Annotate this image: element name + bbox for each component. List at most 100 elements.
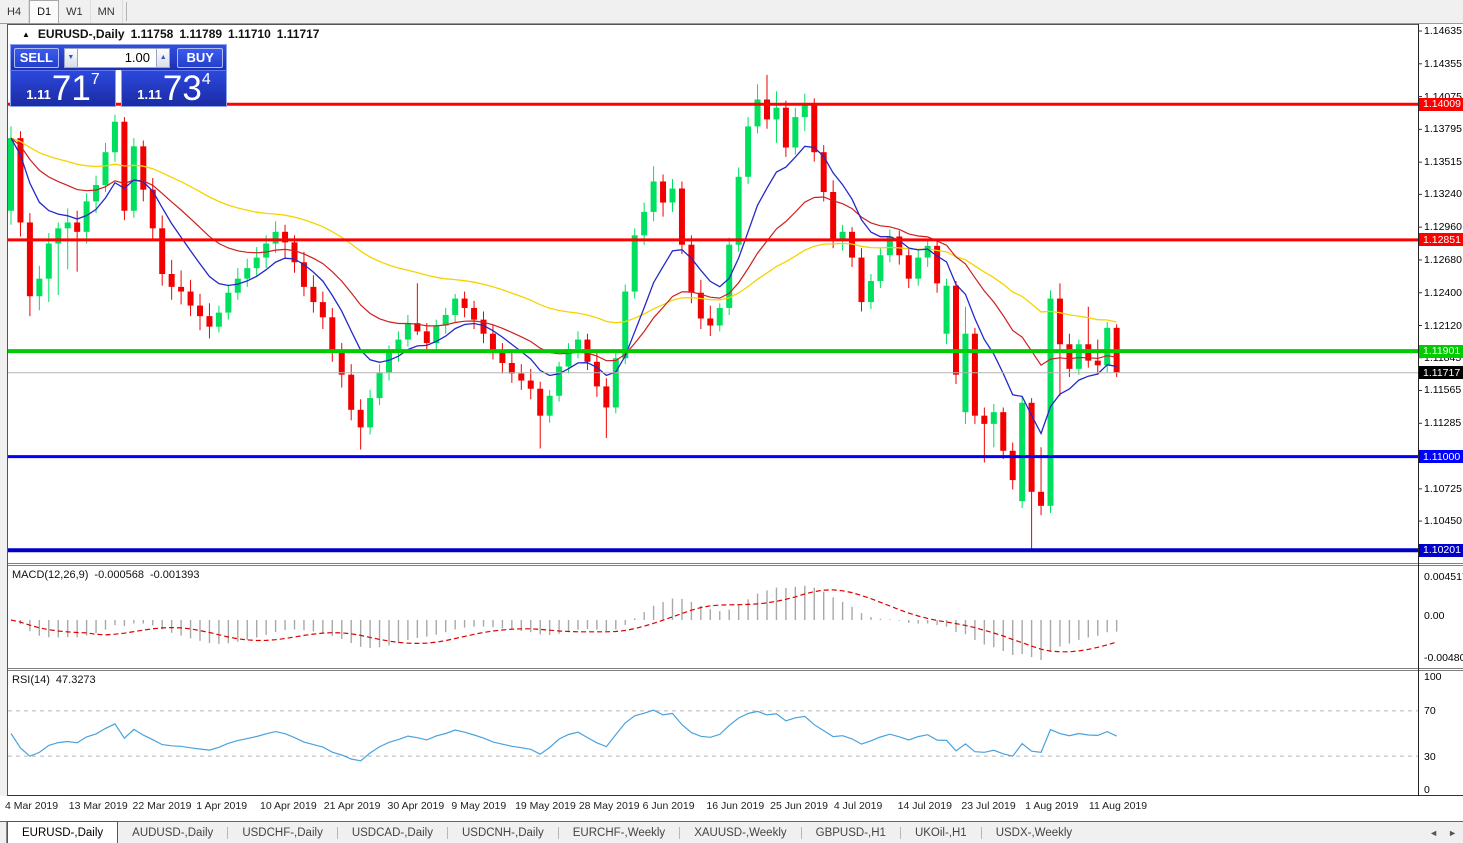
price-tick-label: 1.10450 xyxy=(1424,515,1462,528)
current-price-label: 1.11717 xyxy=(1419,366,1463,380)
timeframe-button-w1[interactable]: W1 xyxy=(59,0,91,23)
tab-scroll-left-icon[interactable]: ◄ xyxy=(1429,828,1438,838)
timeframe-button-d1[interactable]: D1 xyxy=(29,0,60,23)
date-label: 30 Apr 2019 xyxy=(387,800,445,812)
chart-tab-ukoil[interactable]: UKOil-,H1 xyxy=(901,822,981,843)
price-tick-label: 1.14355 xyxy=(1424,57,1462,70)
volume-decrease-button[interactable]: ▼ xyxy=(63,47,79,68)
date-label: 10 Apr 2019 xyxy=(260,800,317,812)
price-tick-label: 1.13795 xyxy=(1424,123,1462,136)
date-label: 6 Jun 2019 xyxy=(642,800,695,812)
buy-button[interactable]: BUY xyxy=(177,47,223,68)
level-price-label: 1.11901 xyxy=(1419,344,1463,358)
date-label: 28 May 2019 xyxy=(578,800,640,812)
chart-symbol-label: EURUSD-,Daily xyxy=(37,27,125,41)
date-axis[interactable]: 4 Mar 2019 13 Mar 2019 22 Mar 2019 1 Apr 20… xyxy=(0,796,1463,820)
price-tick-label: 1.13240 xyxy=(1424,188,1462,201)
macd-main-value: -0.000568 xyxy=(94,569,144,581)
chart-tab-bar: EURUSD-,Daily AUDUSD-,Daily USDCHF-,Daily U… xyxy=(0,821,1463,843)
date-label: 11 Aug 2019 xyxy=(1088,800,1148,812)
date-label: 4 Jul 2019 xyxy=(833,800,883,812)
rsi-axis-label: 30 xyxy=(1424,751,1436,763)
macd-axis-label: 0.00 xyxy=(1424,610,1445,622)
volume-input[interactable] xyxy=(78,47,157,68)
date-label: 21 Apr 2019 xyxy=(323,800,381,812)
ohlc-close: 1.11717 xyxy=(276,27,320,41)
chart-tab-usdcnh[interactable]: USDCNH-,Daily xyxy=(448,822,558,843)
price-tick-label: 1.14635 xyxy=(1424,25,1462,37)
ohlc-low: 1.11710 xyxy=(228,27,271,41)
date-label: 1 Apr 2019 xyxy=(196,800,248,812)
timeframe-toolbar: H4 D1 W1 MN xyxy=(0,0,1463,24)
bid-big-digits: 71 xyxy=(51,69,91,108)
trade-controls-row: SELL ▼ ▲ BUY xyxy=(10,44,227,70)
ohlc-high: 1.11789 xyxy=(179,27,223,41)
price-tick-label: 1.12120 xyxy=(1424,319,1462,332)
sell-button[interactable]: SELL xyxy=(14,47,59,68)
ask-prefix: 1.11 xyxy=(137,87,162,102)
tab-scroll-arrows: ◄ ► xyxy=(1429,822,1457,843)
macd-axis-label: -0.004806 xyxy=(1424,652,1463,664)
rsi-value: 47.3273 xyxy=(55,674,96,686)
price-tick-label: 1.13515 xyxy=(1424,156,1462,169)
rsi-axis-label: 0 xyxy=(1424,784,1430,796)
price-axis[interactable]: 1.14635 1.14355 1.14075 1.13795 1.13515 1.132… xyxy=(1419,24,1463,820)
bid-ask-row: 1.11 71 7 1.11 73 4 xyxy=(10,70,227,107)
date-label: 23 Jul 2019 xyxy=(961,800,1016,812)
bid-price-box[interactable]: 1.11 71 7 xyxy=(10,70,116,107)
toolbar-separator xyxy=(125,2,127,21)
date-label: 19 May 2019 xyxy=(515,800,576,812)
chart-tab-eurusd[interactable]: EURUSD-,Daily xyxy=(7,821,119,843)
bid-pip-digit: 7 xyxy=(90,71,100,88)
date-label: 14 Jul 2019 xyxy=(897,800,952,812)
ohlc-open: 1.11758 xyxy=(130,27,174,41)
macd-name: MACD(12,26,9) xyxy=(12,569,89,581)
chart-tab-eurchf[interactable]: EURCHF-,Weekly xyxy=(559,822,679,843)
level-price-label: 1.12851 xyxy=(1419,233,1463,247)
price-tick-label: 1.12680 xyxy=(1424,253,1462,266)
date-label: 9 May 2019 xyxy=(451,800,507,812)
chart-tab-gbpusd[interactable]: GBPUSD-,H1 xyxy=(802,822,900,843)
window-left-strip xyxy=(0,0,7,796)
macd-axis-label: 0.004517 xyxy=(1424,571,1463,583)
date-label: 16 Jun 2019 xyxy=(706,800,765,812)
timeframe-button-mn[interactable]: MN xyxy=(91,0,123,23)
date-label: 1 Aug 2019 xyxy=(1025,800,1079,812)
price-tick-label: 1.11285 xyxy=(1424,417,1462,430)
chart-title: ▲ EURUSD-,Daily 1.11758 1.11789 1.11710 … xyxy=(22,27,319,41)
level-price-label: 1.14009 xyxy=(1419,97,1463,111)
bid-prefix: 1.11 xyxy=(26,87,51,102)
timeframe-button-h4[interactable]: H4 xyxy=(0,0,30,23)
price-tick-label: 1.10725 xyxy=(1424,482,1462,495)
date-label: 25 Jun 2019 xyxy=(770,800,828,812)
date-label: 22 Mar 2019 xyxy=(132,800,192,812)
chart-tab-usdx[interactable]: USDX-,Weekly xyxy=(982,822,1086,843)
level-price-label: 1.10201 xyxy=(1419,543,1463,557)
chart-tab-xauusd[interactable]: XAUUSD-,Weekly xyxy=(680,822,800,843)
trading-terminal: H4 D1 W1 MN ▲ EURUSD-,Daily 1.11758 1.11789… xyxy=(0,0,1463,843)
macd-signal-value: -0.001393 xyxy=(149,569,200,581)
rsi-axis-label: 70 xyxy=(1424,705,1436,717)
chart-tab-audusd[interactable]: AUDUSD-,Daily xyxy=(118,822,227,843)
price-tick-label: 1.12960 xyxy=(1424,221,1462,234)
chart-canvas[interactable] xyxy=(0,0,1463,843)
ask-pip-digit: 4 xyxy=(201,71,211,88)
tab-bar-lead xyxy=(0,822,7,843)
ask-big-digits: 73 xyxy=(162,69,202,108)
one-click-trading-widget: SELL ▼ ▲ BUY 1.11 71 7 1.11 73 4 xyxy=(10,44,227,107)
chart-tab-usdchf[interactable]: USDCHF-,Daily xyxy=(228,822,337,843)
collapse-icon[interactable]: ▲ xyxy=(22,30,30,39)
chart-tab-usdcad[interactable]: USDCAD-,Daily xyxy=(338,822,447,843)
date-label: 13 Mar 2019 xyxy=(68,800,128,812)
volume-increase-button[interactable]: ▲ xyxy=(156,47,171,68)
ask-price-box[interactable]: 1.11 73 4 xyxy=(121,70,227,107)
rsi-name: RSI(14) xyxy=(12,674,50,686)
rsi-label: RSI(14) 47.3273 xyxy=(12,674,96,686)
macd-label: MACD(12,26,9) -0.000568 -0.001393 xyxy=(12,569,200,581)
price-tick-label: 1.11565 xyxy=(1424,384,1462,397)
price-tick-label: 1.12400 xyxy=(1424,286,1462,299)
rsi-axis-label: 100 xyxy=(1424,671,1442,683)
tab-scroll-right-icon[interactable]: ► xyxy=(1448,828,1457,838)
date-label: 4 Mar 2019 xyxy=(5,800,59,812)
level-price-label: 1.11000 xyxy=(1419,450,1463,464)
